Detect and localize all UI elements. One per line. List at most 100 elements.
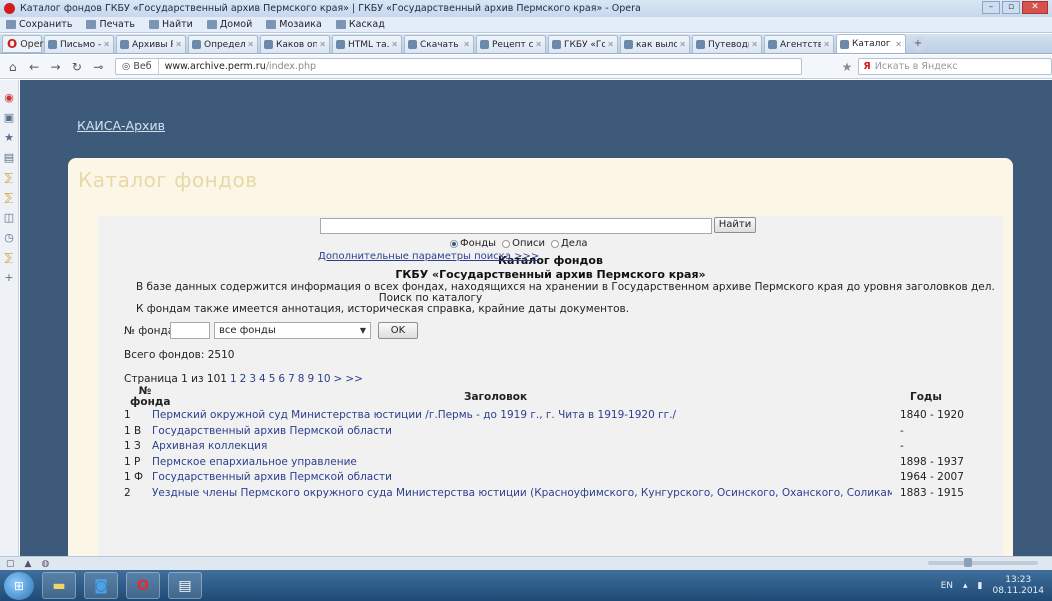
tab-close-icon[interactable]: ✕ bbox=[247, 40, 254, 49]
radio-fonds[interactable]: Фонды bbox=[450, 238, 496, 249]
info-text-2: К фондам также имеется аннотация, истори… bbox=[136, 303, 630, 315]
unite-status-icon[interactable]: ◍ bbox=[41, 559, 49, 569]
page-link[interactable]: 3 bbox=[249, 373, 256, 385]
catalog-search-input[interactable] bbox=[320, 218, 712, 234]
window-title: Каталог фондов ГКБУ «Государственный арх… bbox=[20, 3, 641, 14]
browser-tab[interactable]: Путеводит...✕ bbox=[692, 35, 762, 53]
browser-tab[interactable]: Рецепт с...✕ bbox=[476, 35, 546, 53]
page-link[interactable]: 6 bbox=[278, 373, 285, 385]
panel-icon[interactable]: ◉ bbox=[4, 92, 15, 103]
panel-toggle-icon[interactable]: ▢ bbox=[6, 559, 15, 569]
zoom-slider[interactable] bbox=[928, 558, 1038, 567]
fond-number-input[interactable] bbox=[170, 322, 210, 339]
cell-title-link[interactable]: Государственный архив Пермской области bbox=[152, 425, 392, 437]
page-link[interactable]: 9 bbox=[307, 373, 314, 385]
last-page-link[interactable]: >> bbox=[345, 373, 363, 385]
opera-taskbar-button[interactable]: O bbox=[126, 572, 160, 599]
page-link[interactable]: 5 bbox=[269, 373, 276, 385]
browser-tab[interactable]: Письмо -...✕ bbox=[44, 35, 114, 53]
tab-close-icon[interactable]: ✕ bbox=[463, 40, 470, 49]
tab-close-icon[interactable]: ✕ bbox=[607, 40, 614, 49]
new-tab-button[interactable]: + bbox=[911, 37, 925, 51]
cascade-icon bbox=[335, 20, 346, 29]
browser-tab[interactable]: HTML та...✕ bbox=[332, 35, 402, 53]
cell-title-link[interactable]: Пермский окружной суд Министерства юстиц… bbox=[152, 409, 676, 421]
tab-close-icon[interactable]: ✕ bbox=[175, 40, 182, 49]
tab-close-icon[interactable]: ✕ bbox=[679, 40, 686, 49]
bookmark-print[interactable]: Печать bbox=[86, 19, 135, 30]
browser-tab[interactable]: Скачать к...✕ bbox=[404, 35, 474, 53]
document-taskbar-button[interactable]: ▤ bbox=[168, 572, 202, 599]
tray-arrow-icon[interactable]: ▴ bbox=[963, 581, 968, 591]
kaisa-archive-link[interactable]: КАИСА-Архив bbox=[77, 118, 165, 133]
tab-close-icon[interactable]: ✕ bbox=[535, 40, 542, 49]
unite-icon[interactable]: ⅀ bbox=[4, 192, 15, 203]
opera-menu-button[interactable]: O Opera bbox=[2, 35, 49, 53]
cell-title-link[interactable]: Пермское епархиальное управление bbox=[152, 456, 357, 468]
explorer-taskbar-button[interactable]: ▬ bbox=[42, 572, 76, 599]
browser-tab-active[interactable]: Каталог ...✕ bbox=[836, 34, 906, 53]
ok-button[interactable]: OK bbox=[378, 322, 418, 339]
address-bar[interactable]: ◎ Веб www.archive.perm.ru/index.php bbox=[115, 58, 802, 75]
browser-tab[interactable]: Архивы Р...✕ bbox=[116, 35, 186, 53]
tab-close-icon[interactable]: ✕ bbox=[751, 40, 758, 49]
browser-tab[interactable]: Определ...✕ bbox=[188, 35, 258, 53]
browser-tab[interactable]: Каков оп...✕ bbox=[260, 35, 330, 53]
browser-tab[interactable]: ГКБУ «Го...✕ bbox=[548, 35, 618, 53]
browser-tab[interactable]: Агентств...✕ bbox=[764, 35, 834, 53]
maximize-button[interactable]: ▫ bbox=[1002, 1, 1020, 14]
advanced-search-link[interactable]: Дополнительные параметры поиска >>> bbox=[318, 251, 539, 262]
notes-icon[interactable]: ▤ bbox=[4, 152, 15, 163]
language-indicator[interactable]: EN bbox=[941, 581, 953, 591]
browser-tab[interactable]: как выло...✕ bbox=[620, 35, 690, 53]
home-icon[interactable]: ⌂ bbox=[4, 60, 21, 74]
system-tray: EN ▴ ▮ 13:23 08.11.2014 bbox=[941, 570, 1044, 601]
cell-title-link[interactable]: Уездные члены Пермского окружного суда М… bbox=[152, 487, 892, 499]
reload-button[interactable]: ↻ bbox=[68, 60, 85, 74]
cell-title-link[interactable]: Архивная коллекция bbox=[152, 440, 267, 452]
page-link[interactable]: 10 bbox=[317, 373, 330, 385]
search-field[interactable]: Я Искать в Яндекс bbox=[858, 58, 1052, 75]
radio-dela[interactable]: Дела bbox=[550, 238, 587, 249]
bookmark-home[interactable]: Домой bbox=[206, 19, 252, 30]
tab-close-icon[interactable]: ✕ bbox=[319, 40, 326, 49]
tab-favicon-icon bbox=[120, 40, 129, 49]
turbo-icon[interactable]: ▲ bbox=[25, 559, 32, 569]
forward-button[interactable]: → bbox=[47, 60, 64, 74]
page-link[interactable]: 8 bbox=[298, 373, 305, 385]
page-link[interactable]: 2 bbox=[240, 373, 247, 385]
panel-icon[interactable]: ▣ bbox=[4, 112, 15, 123]
add-panel-icon[interactable]: + bbox=[4, 272, 15, 283]
bookmark-tile[interactable]: Мозаика bbox=[266, 19, 322, 30]
page-link[interactable]: 1 bbox=[230, 373, 237, 385]
tab-close-icon[interactable]: ✕ bbox=[103, 40, 110, 49]
minimize-button[interactable]: – bbox=[982, 1, 1000, 14]
history-icon[interactable]: ◷ bbox=[4, 232, 15, 243]
bookmark-star-icon[interactable]: ★ bbox=[842, 60, 853, 74]
bookmark-save[interactable]: Сохранить bbox=[6, 19, 72, 30]
page-link[interactable]: 7 bbox=[288, 373, 295, 385]
windows-start-button[interactable]: ⊞ bbox=[4, 571, 34, 600]
radio-unchecked-icon bbox=[502, 239, 511, 248]
tab-favicon-icon bbox=[336, 40, 345, 49]
bookmark-cascade[interactable]: Каскад bbox=[335, 19, 385, 30]
back-button[interactable]: ← bbox=[25, 60, 42, 74]
tab-close-icon[interactable]: ✕ bbox=[895, 40, 902, 49]
windows-icon[interactable]: ◫ bbox=[4, 212, 15, 223]
network-icon[interactable]: ▮ bbox=[978, 581, 983, 591]
find-button[interactable]: Найти bbox=[714, 217, 756, 233]
next-page-link[interactable]: > bbox=[334, 373, 343, 385]
tab-close-icon[interactable]: ✕ bbox=[823, 40, 830, 49]
close-window-button[interactable]: ✕ bbox=[1022, 1, 1048, 14]
radio-opisi[interactable]: Описи bbox=[502, 238, 545, 249]
page-link[interactable]: 4 bbox=[259, 373, 266, 385]
clock[interactable]: 13:23 08.11.2014 bbox=[992, 575, 1044, 597]
outlook-taskbar-button[interactable]: ◙ bbox=[84, 572, 118, 599]
tab-close-icon[interactable]: ✕ bbox=[391, 40, 398, 49]
fond-select[interactable]: все фонды ▼ bbox=[214, 322, 371, 339]
unite-icon[interactable]: ⅀ bbox=[4, 252, 15, 263]
unite-icon[interactable]: ⅀ bbox=[4, 172, 15, 183]
bookmarks-icon[interactable]: ★ bbox=[4, 132, 15, 143]
cell-title-link[interactable]: Государственный архив Пермской области bbox=[152, 471, 392, 483]
bookmark-find[interactable]: Найти bbox=[149, 19, 193, 30]
